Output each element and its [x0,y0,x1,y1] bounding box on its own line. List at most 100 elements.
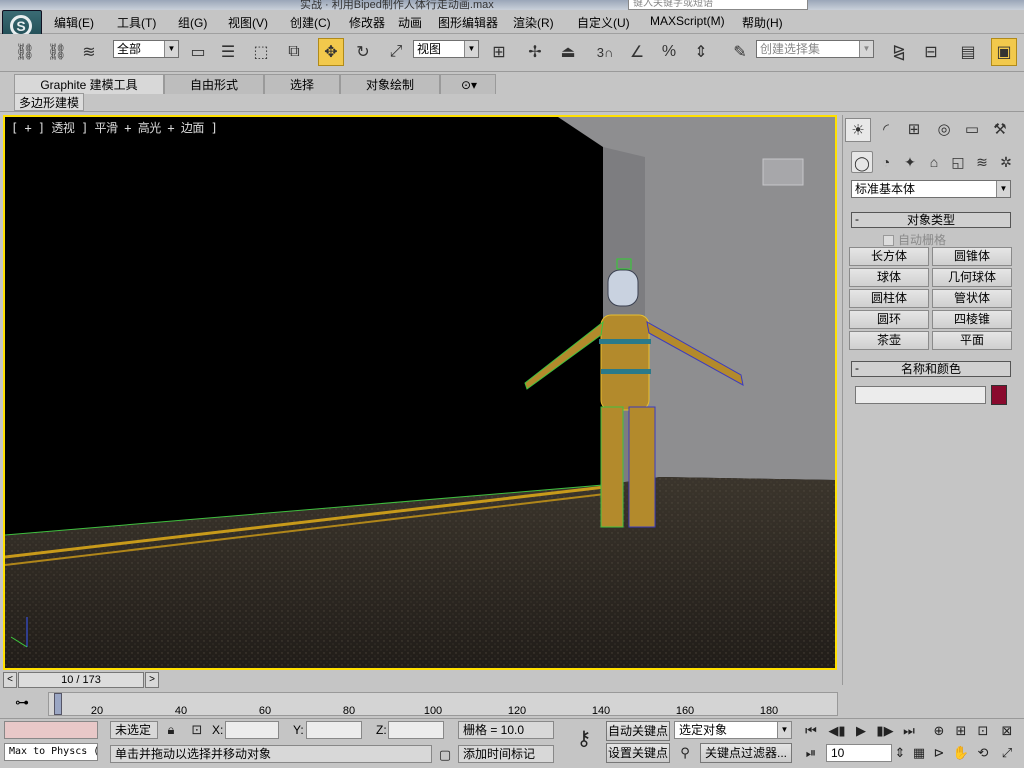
snap-toggle-icon[interactable]: 3 ∩ [592,38,618,66]
edit-named-selection-icon[interactable]: ✎ [727,38,753,66]
add-time-tag[interactable]: 添加时间标记 [458,745,554,763]
select-by-name-icon[interactable]: ☰ [215,38,241,66]
fov-icon[interactable]: ⊳ [928,743,950,763]
bind-spacewarp-icon[interactable]: ≋ [76,38,102,66]
modify-tab-icon[interactable]: ◜ [873,118,899,142]
orbit-icon[interactable]: ⟲ [972,743,994,763]
select-move-icon[interactable]: ✥ [318,38,344,66]
curve-editor-icon[interactable]: ⊶ [10,694,34,712]
next-key-icon[interactable]: ▮▶ [874,721,896,741]
named-selection-dropdown[interactable]: 创建选择集 ▼ [756,40,874,58]
next-frame-button[interactable]: > [145,672,159,688]
key-filters-button[interactable]: 关键点过滤器... [700,743,792,763]
cameras-icon[interactable]: ⌂ [923,151,945,173]
y-coord-input[interactable] [306,721,362,739]
link-icon[interactable]: ⛓ [12,38,38,66]
time-config-icon[interactable]: ▦ [908,743,930,763]
ribbon-options-button[interactable]: ⊙▾ [440,74,496,94]
menu-help[interactable]: 帮助(H) [742,14,783,31]
goto-end-icon[interactable]: ⏭ [898,721,920,741]
time-slider-thumb[interactable]: 10 / 173 [18,672,144,688]
menu-views[interactable]: 视图(V) [228,14,268,31]
shapes-icon[interactable]: ◔ [875,151,897,173]
select-object-icon[interactable]: ▭ [185,38,211,66]
create-tab-icon[interactable]: ☀ [845,118,871,142]
listener-output[interactable]: Max to Physcs ( [4,743,98,761]
viewport-label[interactable]: [ + ] 透视 ] 平滑 + 高光 + 边面 ] [11,119,218,136]
torus-button[interactable]: 圆环 [849,310,929,329]
tab-freeform[interactable]: 自由形式 [164,74,264,94]
geosphere-button[interactable]: 几何球体 [932,268,1012,287]
percent-snap-icon[interactable]: % [656,38,682,66]
menu-tools[interactable]: 工具(T) [117,14,156,31]
tab-graphite[interactable]: Graphite 建模工具 [14,74,164,94]
maximize-viewport-icon[interactable]: ⤢ [996,743,1018,763]
menu-maxscript[interactable]: MAXScript(M) [650,14,725,28]
helpers-icon[interactable]: ◱ [947,151,969,173]
timeline-ruler[interactable]: 20 40 60 80 100 120 140 160 180 [48,692,838,717]
key-mode-icon[interactable]: ⚲ [674,743,696,763]
current-frame-input[interactable]: 10 [826,744,892,762]
window-crossing-icon[interactable]: ⧉ [281,38,307,66]
menu-customize[interactable]: 自定义(U) [577,14,630,31]
box-button[interactable]: 长方体 [849,247,929,266]
tab-selection[interactable]: 选择 [264,74,340,94]
motion-tab-icon[interactable]: ◎ [931,118,957,142]
selection-filter-dropdown[interactable]: 全部 ▼ [113,40,179,58]
set-key-button[interactable]: 设置关键点 [606,743,670,763]
zoom-extents-all-icon[interactable]: ⊠ [996,721,1018,741]
spacewarps-icon[interactable]: ≋ [971,151,993,173]
absolute-mode-icon[interactable]: ⊡ [186,720,208,740]
zoom-icon[interactable]: ⊕ [928,721,950,741]
auto-key-button[interactable]: 自动关键点 [606,721,670,741]
utilities-tab-icon[interactable]: ⚒ [987,118,1013,142]
cylinder-button[interactable]: 圆柱体 [849,289,929,308]
mirror-icon[interactable]: ⧎ [886,38,912,66]
zoom-all-icon[interactable]: ⊞ [950,721,972,741]
search-input[interactable]: 键入关键字或短语 [628,0,808,10]
align-icon[interactable]: ⊟ [918,38,944,66]
select-rotate-icon[interactable]: ↻ [350,38,376,66]
pivot-center-icon[interactable]: ⊞ [486,38,512,66]
menu-graph-editors[interactable]: 图形编辑器 [438,14,498,31]
key-mode-toggle-icon[interactable]: ⏯ [800,743,822,763]
tab-object-paint[interactable]: 对象绘制 [340,74,440,94]
goto-start-icon[interactable]: ⏮ [800,721,822,741]
pan-icon[interactable]: ✋ [950,743,972,763]
menu-group[interactable]: 组(G) [178,14,207,31]
ref-coord-dropdown[interactable]: 视图 ▼ [413,40,479,58]
key-selection-dropdown[interactable]: 选定对象 ▼ [674,721,792,739]
x-coord-input[interactable] [225,721,279,739]
tube-button[interactable]: 管状体 [932,289,1012,308]
menu-edit[interactable]: 编辑(E) [54,14,94,31]
object-name-input[interactable] [855,386,986,404]
graphite-toggle-icon[interactable]: ▣ [991,38,1017,66]
menu-create[interactable]: 创建(C) [290,14,331,31]
keyboard-shortcut-icon[interactable]: ⏏ [555,38,581,66]
angle-snap-icon[interactable]: ∠ [624,38,650,66]
geometry-icon[interactable]: ◯ [851,151,873,173]
display-tab-icon[interactable]: ▭ [959,118,985,142]
maxscript-mini-listener[interactable] [4,721,98,739]
sphere-button[interactable]: 球体 [849,268,929,287]
menu-animation[interactable]: 动画 [398,14,422,31]
menu-rendering[interactable]: 渲染(R) [513,14,554,31]
hierarchy-tab-icon[interactable]: ⊞ [901,118,927,142]
teapot-button[interactable]: 茶壶 [849,331,929,350]
systems-icon[interactable]: ✲ [995,151,1017,173]
object-type-rollout[interactable]: - 对象类型 [851,212,1011,228]
prev-key-icon[interactable]: ◀▮ [826,721,848,741]
cone-button[interactable]: 圆锥体 [932,247,1012,266]
menu-modifiers[interactable]: 修改器 [349,14,385,31]
z-coord-input[interactable] [388,721,444,739]
ribbon-panel-label[interactable]: 多边形建模 [14,93,85,111]
play-icon[interactable]: ▶ [850,721,872,741]
lights-icon[interactable]: ✦ [899,151,921,173]
spinner-snap-icon[interactable]: ⇕ [688,38,714,66]
prev-frame-button[interactable]: < [3,672,17,688]
frame-spinner-icon[interactable]: ⇕ [894,743,906,763]
rect-selection-icon[interactable]: ⬚ [248,38,274,66]
perspective-viewport[interactable]: [ + ] 透视 ] 平滑 + 高光 + 边面 ] [3,115,837,670]
layer-manager-icon[interactable]: ▤ [955,38,981,66]
unlink-icon[interactable]: ⛓ [44,38,70,66]
